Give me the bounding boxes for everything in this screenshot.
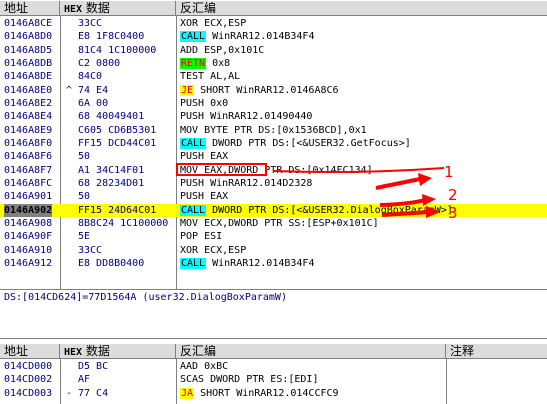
mnemonic-jmp: JA [180, 387, 195, 399]
hex-column-header[interactable]: HEX 数据 [60, 344, 176, 359]
info-pane[interactable]: DS:[014CD624]=77D1564A (user32.DialogBox… [0, 289, 547, 339]
annotation-arrows [273, 167, 445, 218]
arrow-2 [379, 198, 426, 207]
row-disasm: SCAS DWORD PTR ES:[EDI] [180, 373, 318, 386]
hex-header-prefix: HEX [64, 347, 83, 358]
address-column-header[interactable]: 地址 [0, 344, 60, 359]
arrow-1-head [418, 173, 432, 186]
disasm-row[interactable]: 014CD003 -77 C4 JA SHORT WinRAR12.014CCFC9 [0, 387, 547, 400]
arrow-3-head [426, 206, 440, 218]
info-line: DS:[014CD624]=77D1564A (user32.DialogBox… [4, 292, 287, 303]
disasm-row[interactable]: 014CD002 AF SCAS DWORD PTR ES:[EDI] [0, 373, 547, 386]
annotation-label-2: 2 [448, 186, 458, 204]
disassembly-list-bottom[interactable]: 014CD000 D5 BC AAD 0xBC 014CD002 AF SCAS DWOR… [0, 360, 547, 400]
annotation-label-3: 3 [448, 204, 458, 222]
row-hex: D5 BC [78, 361, 109, 372]
row-address: 014CD002 [4, 374, 53, 386]
annotation-underline [273, 167, 445, 173]
row-operands: AAD 0xBC [180, 361, 229, 372]
row-address: 014CD003 [4, 387, 53, 399]
row-address: 014CD000 [4, 361, 53, 372]
comment-column-header[interactable]: 注释 [446, 344, 547, 359]
row-operands: SHORT WinRAR12.014CCFC9 [194, 387, 339, 399]
arrow-2-head [422, 194, 436, 206]
annotation-label-1: 1 [444, 163, 454, 181]
disasm-column-header[interactable]: 反汇编 [176, 344, 446, 359]
row-operands: SCAS DWORD PTR ES:[EDI] [180, 374, 319, 386]
hex-header-suffix: 数据 [85, 344, 110, 358]
bottom-column-header: 地址 HEX 数据 反汇编 注释 [0, 343, 547, 359]
arrow-3 [381, 210, 429, 217]
disasm-row[interactable]: 014CD000 D5 BC AAD 0xBC [0, 360, 547, 373]
row-hex: AF [78, 374, 91, 386]
row-disasm: AAD 0xBC [180, 360, 228, 373]
jump-marker: - [66, 387, 73, 399]
row-disasm: JA SHORT WinRAR12.014CCFC9 [180, 387, 339, 400]
arrow-1 [375, 177, 421, 190]
row-hex: 77 C4 [78, 387, 109, 399]
